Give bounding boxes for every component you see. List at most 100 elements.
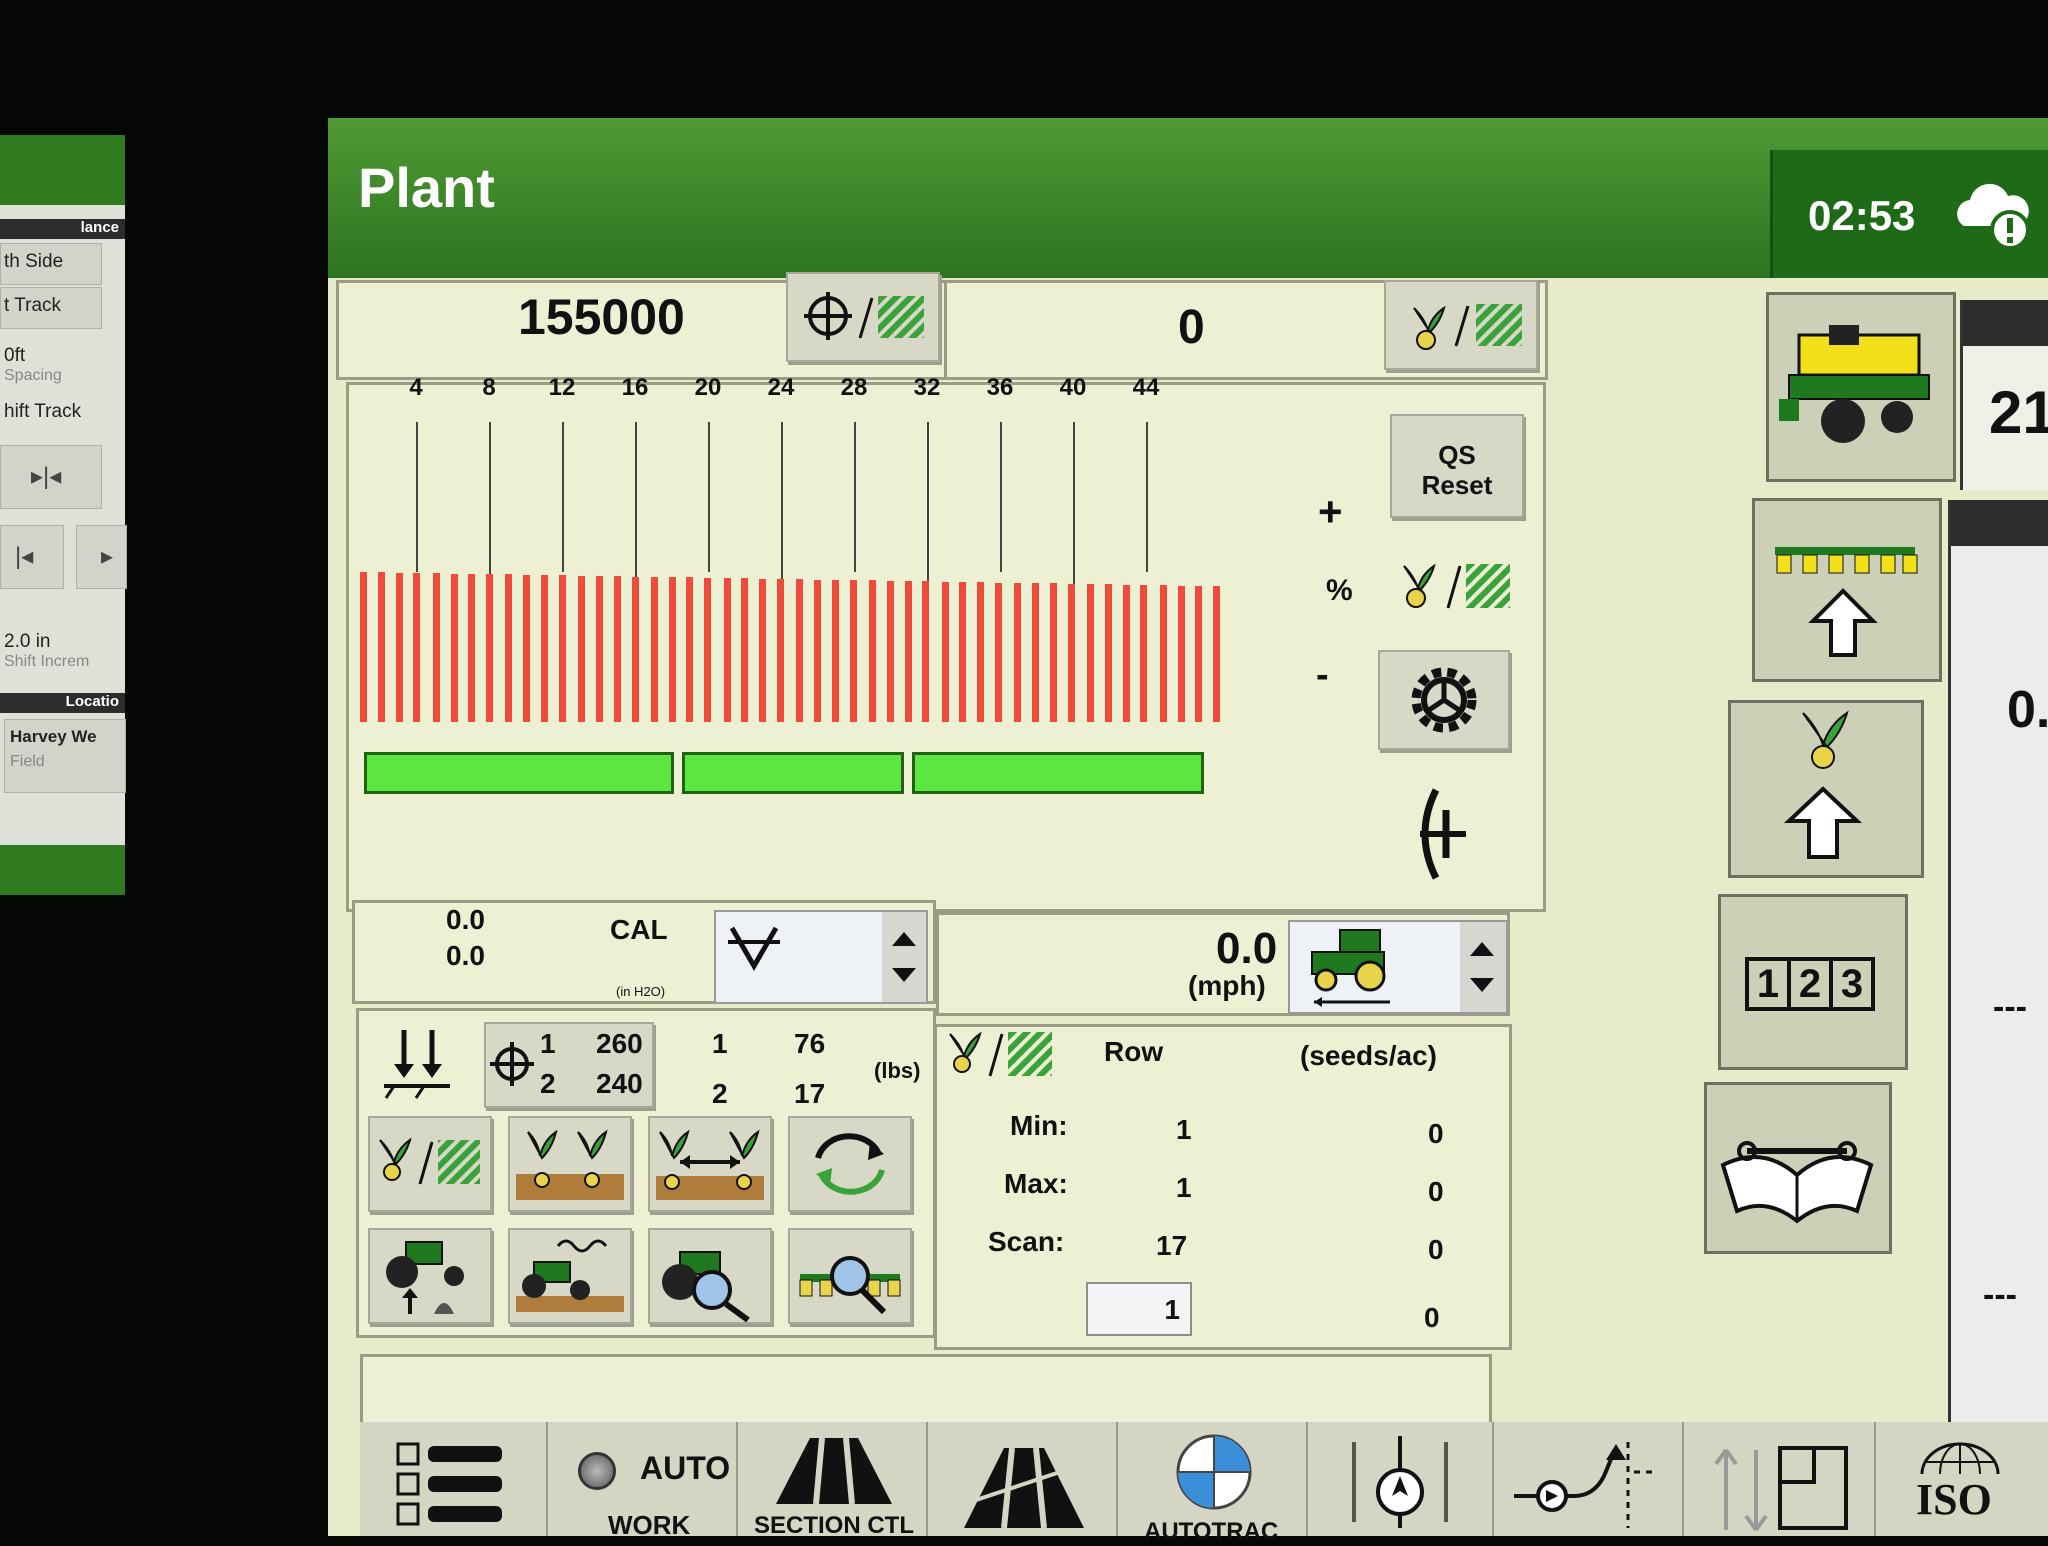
row-unit-diagnostics-button[interactable] (788, 1228, 912, 1324)
row-bar[interactable] (1032, 583, 1040, 722)
row-bar[interactable] (395, 572, 403, 722)
row-bar[interactable] (505, 574, 513, 722)
decrease-rate-button[interactable]: - (1316, 654, 1329, 697)
settings-button[interactable] (1378, 650, 1510, 750)
row-bar[interactable] (486, 574, 494, 722)
seed-spacing-button[interactable] (648, 1116, 772, 1212)
tab-section-control[interactable]: SECTION CTL (738, 1422, 928, 1539)
row-bar[interactable] (868, 580, 876, 722)
cycle-view-button[interactable] (788, 1116, 912, 1212)
center-shift-button[interactable]: ▸|◂ (0, 445, 102, 509)
row-bar[interactable] (650, 576, 658, 722)
row-bar[interactable] (1014, 582, 1022, 722)
row-bar[interactable] (377, 572, 385, 722)
tab-turn-automation[interactable] (1494, 1422, 1684, 1536)
row-tick-label: 12 (548, 374, 576, 401)
clock: 02:53 (1808, 192, 1916, 239)
magnifier-icon (662, 1251, 750, 1323)
cloud-alert-icon[interactable] (1952, 176, 2034, 256)
row-bar[interactable] (959, 581, 967, 722)
row-bar[interactable] (814, 579, 821, 722)
row-number-input[interactable]: 1 (1086, 1282, 1192, 1336)
left-header-guidance: lance (0, 219, 125, 239)
row-bar[interactable] (1067, 583, 1075, 722)
row-bar[interactable] (432, 573, 440, 722)
row-bar[interactable] (704, 577, 712, 722)
row-bar[interactable] (413, 572, 421, 722)
operator-manual-button[interactable] (1704, 1082, 1892, 1254)
section-bar[interactable] (682, 752, 904, 794)
qs-reset-button[interactable]: QS Reset (1390, 414, 1524, 518)
row-bar[interactable] (450, 573, 458, 722)
tab-auto-work[interactable]: AUTO WORK (548, 1422, 738, 1540)
shift-right-button[interactable]: ▸ (76, 525, 127, 589)
row-bar[interactable] (886, 580, 894, 722)
tab-autotrac[interactable]: AUTOTRAC (1118, 1422, 1308, 1545)
checklist-icon (396, 1442, 502, 1526)
row-bar[interactable] (723, 578, 731, 722)
vacuum-selector[interactable] (714, 910, 928, 1004)
stats-rate-value: 0 (1428, 1234, 1444, 1265)
seed-lift-button[interactable] (1728, 700, 1924, 878)
row-bar[interactable] (523, 574, 531, 722)
target-rate-button[interactable] (786, 272, 940, 362)
lift-planter-button[interactable] (368, 1228, 492, 1324)
row-bar[interactable] (759, 578, 767, 722)
row-bar[interactable] (922, 581, 930, 722)
row-bar[interactable] (578, 575, 586, 722)
row-bar[interactable] (1087, 584, 1094, 722)
row-bar[interactable] (595, 575, 603, 722)
actual-rate-button[interactable] (1384, 280, 1538, 370)
row-bar[interactable] (1195, 585, 1203, 722)
row-bar[interactable] (668, 577, 676, 722)
counter-icon: 1 2 3 (1745, 957, 1875, 1011)
row-bar[interactable] (995, 582, 1002, 722)
counter-button[interactable]: 1 2 3 (1718, 894, 1908, 1070)
shift-left-button[interactable]: |◂ (0, 525, 64, 589)
tab-layout-manager[interactable] (1684, 1422, 1876, 1536)
row-tick-line (708, 422, 710, 572)
row-bar[interactable] (1177, 585, 1185, 722)
tab-implement-guidance[interactable] (928, 1422, 1118, 1536)
row-bar[interactable] (613, 576, 621, 722)
row-tick-label: 4 (409, 374, 423, 401)
row-bar[interactable] (831, 579, 839, 722)
planter-icon (1779, 325, 1930, 443)
row-bar[interactable] (977, 582, 985, 722)
seed-rate-function-button[interactable] (368, 1116, 492, 1212)
row-bar[interactable] (1122, 584, 1130, 722)
row-bar[interactable] (849, 580, 857, 722)
row-bar[interactable] (1140, 584, 1148, 722)
stats-row-header: Row (1104, 1036, 1164, 1067)
tab-guidance-center[interactable] (1308, 1422, 1494, 1536)
clutch-icon[interactable] (1400, 784, 1470, 884)
steering-icon (1352, 1436, 1448, 1528)
section-bar[interactable] (912, 752, 1204, 794)
row-bar[interactable] (631, 576, 639, 722)
row-bar[interactable] (941, 581, 949, 722)
row-bar[interactable] (1213, 586, 1221, 722)
row-bar[interactable] (468, 573, 476, 722)
section-bar[interactable] (364, 752, 674, 794)
planter-overview-button[interactable] (1766, 292, 1956, 482)
singulation-button[interactable] (508, 1116, 632, 1212)
ride-quality-button[interactable] (508, 1228, 632, 1324)
row-bar[interactable] (1159, 585, 1167, 722)
row-bar[interactable] (776, 578, 784, 722)
row-bar[interactable] (686, 577, 694, 722)
row-bar[interactable] (360, 572, 367, 722)
diagnostics-button[interactable] (648, 1228, 772, 1324)
menu-tab[interactable] (360, 1422, 548, 1536)
speed-source-selector[interactable] (1288, 920, 1508, 1014)
row-bar[interactable] (796, 579, 804, 722)
row-bar[interactable] (541, 575, 548, 722)
row-bar[interactable] (1104, 584, 1112, 722)
row-bar[interactable] (1049, 583, 1057, 722)
tab-iso[interactable]: ISO (1876, 1422, 2048, 1536)
tab-label: WORK (608, 1510, 691, 1540)
row-bar[interactable] (741, 578, 749, 722)
row-bar[interactable] (558, 575, 566, 722)
raise-row-units-button[interactable] (1752, 498, 1942, 682)
increase-rate-button[interactable]: + (1318, 488, 1343, 536)
row-bar[interactable] (904, 581, 912, 722)
